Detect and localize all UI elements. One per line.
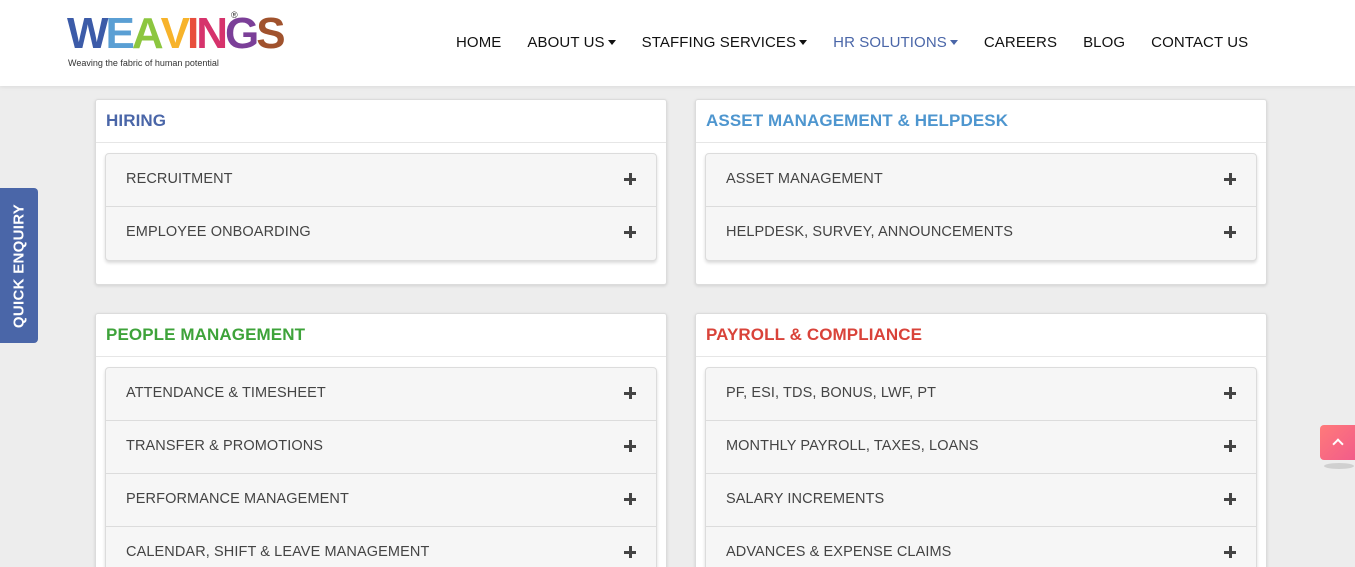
- payroll-accordion: PF, ESI, TDS, BONUS, LWF, PT MONTHLY PAY…: [705, 367, 1257, 567]
- plus-icon[interactable]: [624, 173, 636, 185]
- section-title-asset: ASSET MANAGEMENT & HELPDESK: [706, 111, 1009, 130]
- plus-icon[interactable]: [1224, 440, 1236, 452]
- accordion-label: TRANSFER & PROMOTIONS: [126, 438, 324, 454]
- asset-card: ASSET MANAGEMENT & HELPDESK ASSET MANAGE…: [695, 99, 1267, 285]
- section-title-people: PEOPLE MANAGEMENT: [106, 325, 306, 344]
- nav-label: STAFFING SERVICES: [641, 33, 797, 51]
- accordion-item-salary-increments[interactable]: SALARY INCREMENTS: [706, 474, 1256, 527]
- plus-icon[interactable]: [1224, 387, 1236, 399]
- registered-mark: ®: [231, 10, 238, 20]
- logo-letter: G: [225, 9, 259, 58]
- divider: [96, 356, 666, 357]
- accordion-item-performance[interactable]: PERFORMANCE MANAGEMENT: [106, 474, 656, 527]
- nav-label: BLOG: [1083, 33, 1126, 51]
- accordion-item-asset-management[interactable]: ASSET MANAGEMENT: [706, 154, 1256, 207]
- accordion-label: HELPDESK, SURVEY, ANNOUNCEMENTS: [726, 224, 1014, 240]
- plus-icon[interactable]: [624, 546, 636, 558]
- accordion-item-recruitment[interactable]: RECRUITMENT: [106, 154, 656, 207]
- accordion-item-helpdesk[interactable]: HELPDESK, SURVEY, ANNOUNCEMENTS: [706, 207, 1256, 260]
- nav-careers[interactable]: CAREERS: [984, 34, 1057, 51]
- nav-about-us[interactable]: ABOUT US: [527, 33, 616, 51]
- logo-letter: A: [131, 9, 164, 58]
- scroll-to-top-button[interactable]: [1320, 425, 1355, 460]
- hiring-accordion: RECRUITMENT EMPLOYEE ONBOARDING: [105, 153, 657, 261]
- logo-wordmark: WEAVINGS: [67, 8, 286, 60]
- logo-letter: I: [187, 9, 199, 58]
- asset-accordion: ASSET MANAGEMENT HELPDESK, SURVEY, ANNOU…: [705, 153, 1257, 261]
- button-shadow: [1324, 463, 1354, 469]
- nav-staffing-services[interactable]: STAFFING SERVICES: [642, 34, 808, 51]
- accordion-item-transfer[interactable]: TRANSFER & PROMOTIONS: [106, 421, 656, 474]
- nav-home[interactable]: HOME: [456, 34, 501, 51]
- accordion-label: PF, ESI, TDS, BONUS, LWF, PT: [726, 385, 937, 401]
- main-nav: HOME ABOUT US STAFFING SERVICES HR SOLUT…: [456, 30, 1274, 54]
- logo[interactable]: WEAVINGS ® Weaving the fabric of human p…: [67, 8, 286, 72]
- nav-label: ABOUT US: [527, 33, 605, 51]
- accordion-label: ADVANCES & EXPENSE CLAIMS: [726, 544, 952, 560]
- section-title-payroll: PAYROLL & COMPLIANCE: [706, 325, 923, 344]
- divider: [696, 356, 1266, 357]
- accordion-label: ASSET MANAGEMENT: [726, 171, 883, 187]
- quick-enquiry-label: QUICK ENQUIRY: [10, 203, 28, 328]
- plus-icon[interactable]: [1224, 493, 1236, 505]
- nav-label: HOME: [456, 33, 502, 51]
- header: WEAVINGS ® Weaving the fabric of human p…: [0, 0, 1355, 86]
- caret-down-icon: [799, 40, 808, 45]
- people-card: PEOPLE MANAGEMENT ATTENDANCE & TIMESHEET…: [95, 313, 667, 567]
- accordion-item-monthly-payroll[interactable]: MONTHLY PAYROLL, TAXES, LOANS: [706, 421, 1256, 474]
- logo-letter: E: [105, 9, 135, 58]
- logo-tagline: Weaving the fabric of human potential: [68, 58, 219, 68]
- accordion-item-attendance[interactable]: ATTENDANCE & TIMESHEET: [106, 368, 656, 421]
- accordion-item-employee-onboarding[interactable]: EMPLOYEE ONBOARDING: [106, 207, 656, 260]
- divider: [96, 142, 666, 143]
- accordion-label: RECRUITMENT: [126, 171, 233, 187]
- caret-down-icon: [607, 40, 616, 45]
- logo-letter: W: [67, 9, 108, 58]
- accordion-label: MONTHLY PAYROLL, TAXES, LOANS: [726, 438, 979, 454]
- accordion-item-calendar[interactable]: CALENDAR, SHIFT & LEAVE MANAGEMENT: [106, 527, 656, 567]
- caret-down-icon: [949, 40, 958, 45]
- hiring-card: HIRING RECRUITMENT EMPLOYEE ONBOARDING: [95, 99, 667, 285]
- plus-icon[interactable]: [624, 440, 636, 452]
- accordion-label: EMPLOYEE ONBOARDING: [126, 224, 311, 240]
- plus-icon[interactable]: [1224, 173, 1236, 185]
- plus-icon[interactable]: [624, 493, 636, 505]
- divider: [696, 142, 1266, 143]
- nav-label: CAREERS: [983, 33, 1058, 51]
- payroll-card: PAYROLL & COMPLIANCE PF, ESI, TDS, BONUS…: [695, 313, 1267, 567]
- plus-icon[interactable]: [624, 226, 636, 238]
- accordion-label: CALENDAR, SHIFT & LEAVE MANAGEMENT: [126, 544, 430, 560]
- accordion-label: PERFORMANCE MANAGEMENT: [126, 491, 349, 507]
- quick-enquiry-tab[interactable]: QUICK ENQUIRY: [0, 188, 38, 343]
- nav-hr-solutions[interactable]: HR SOLUTIONS: [833, 34, 958, 51]
- logo-letter: N: [196, 9, 228, 58]
- accordion-item-advances[interactable]: ADVANCES & EXPENSE CLAIMS: [706, 527, 1256, 567]
- nav-label: CONTACT US: [1151, 33, 1249, 51]
- plus-icon[interactable]: [1224, 546, 1236, 558]
- accordion-label: SALARY INCREMENTS: [726, 491, 885, 507]
- nav-blog[interactable]: BLOG: [1083, 34, 1125, 51]
- nav-contact-us[interactable]: CONTACT US: [1151, 34, 1248, 51]
- logo-letter: S: [256, 9, 285, 58]
- chevron-up-icon: [1332, 438, 1344, 450]
- accordion-item-pf-esi[interactable]: PF, ESI, TDS, BONUS, LWF, PT: [706, 368, 1256, 421]
- logo-letter: V: [160, 9, 190, 58]
- people-accordion: ATTENDANCE & TIMESHEET TRANSFER & PROMOT…: [105, 367, 657, 567]
- accordion-label: ATTENDANCE & TIMESHEET: [126, 385, 326, 401]
- nav-label: HR SOLUTIONS: [833, 33, 947, 51]
- section-title-hiring: HIRING: [106, 111, 167, 130]
- plus-icon[interactable]: [1224, 226, 1236, 238]
- plus-icon[interactable]: [624, 387, 636, 399]
